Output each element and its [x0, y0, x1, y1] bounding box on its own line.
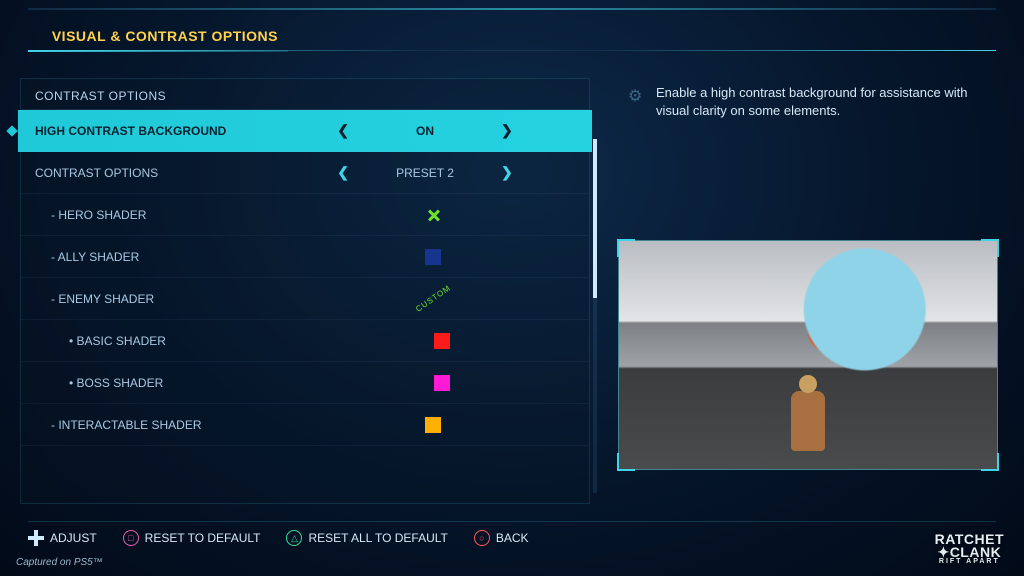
square-button-icon: □ [123, 530, 139, 546]
section-header: CONTRAST OPTIONS [21, 79, 589, 110]
chevron-left-icon[interactable]: ❮ [337, 122, 349, 139]
frame-corner-icon [981, 453, 999, 471]
color-swatch [425, 417, 441, 433]
dpad-icon [28, 530, 44, 546]
circle-button-icon: ○ [474, 530, 490, 546]
hint-reset-all: △ RESET ALL TO DEFAULT [286, 530, 447, 546]
option-value: ON [385, 124, 465, 138]
description-text: Enable a high contrast background for as… [656, 84, 996, 120]
page-title-bar: VISUAL & CONTRAST OPTIONS [28, 24, 288, 52]
hint-label: ADJUST [50, 531, 97, 545]
option-high-contrast-background[interactable]: HIGH CONTRAST BACKGROUND ❮ ON ❯ [18, 110, 592, 152]
option-interactable-shader[interactable]: INTERACTABLE SHADER [21, 404, 589, 446]
chevron-right-icon[interactable]: ❯ [501, 164, 513, 181]
scrollbar-thumb[interactable] [593, 139, 597, 298]
option-label: HIGH CONTRAST BACKGROUND [35, 124, 275, 138]
hint-label: BACK [496, 531, 529, 545]
option-label: ENEMY SHADER [51, 292, 291, 306]
option-label: BOSS SHADER [69, 376, 309, 390]
color-swatch [434, 333, 450, 349]
header-accent-line [28, 8, 996, 10]
chevron-right-icon[interactable]: ❯ [501, 122, 513, 139]
frame-corner-icon [617, 239, 635, 257]
hint-adjust: ADJUST [28, 530, 97, 546]
option-contrast-options[interactable]: CONTRAST OPTIONS ❮ PRESET 2 ❯ [21, 152, 589, 194]
frame-corner-icon [617, 453, 635, 471]
hint-reset: □ RESET TO DEFAULT [123, 530, 261, 546]
color-swatch [434, 375, 450, 391]
gear-icon [628, 86, 646, 104]
page-title: VISUAL & CONTRAST OPTIONS [48, 24, 288, 50]
captured-caption: Captured on PS5™ [16, 557, 103, 568]
options-list-panel: CONTRAST OPTIONS HIGH CONTRAST BACKGROUN… [20, 78, 590, 504]
game-logo: RATCHET ✦CLANK RIFT APART [935, 533, 1004, 566]
triangle-button-icon: △ [286, 530, 302, 546]
option-label: INTERACTABLE SHADER [51, 418, 291, 432]
scrollbar[interactable] [593, 139, 597, 493]
selection-marker-icon [6, 125, 17, 136]
hint-back: ○ BACK [474, 530, 529, 546]
option-label: ALLY SHADER [51, 250, 291, 264]
chevron-left-icon[interactable]: ❮ [337, 164, 349, 181]
disabled-x-icon [425, 207, 441, 223]
option-label: CONTRAST OPTIONS [35, 166, 275, 180]
option-label: BASIC SHADER [69, 334, 309, 348]
header-divider [28, 50, 996, 51]
logo-subtitle: RIFT APART [935, 559, 1004, 566]
hint-label: RESET ALL TO DEFAULT [308, 531, 447, 545]
option-label: HERO SHADER [51, 208, 291, 222]
preview-image [618, 240, 998, 470]
option-basic-shader[interactable]: BASIC SHADER [21, 320, 589, 362]
hint-label: RESET TO DEFAULT [145, 531, 261, 545]
option-enemy-shader[interactable]: ENEMY SHADER CUSTOM [21, 278, 589, 320]
option-description: Enable a high contrast background for as… [628, 84, 996, 120]
preview-character [791, 391, 825, 451]
option-hero-shader[interactable]: HERO SHADER [21, 194, 589, 236]
color-swatch [425, 249, 441, 265]
option-ally-shader[interactable]: ALLY SHADER [21, 236, 589, 278]
option-value: PRESET 2 [385, 166, 465, 180]
frame-corner-icon [981, 239, 999, 257]
footer-hints: ADJUST □ RESET TO DEFAULT △ RESET ALL TO… [28, 521, 996, 546]
custom-tag: CUSTOM [414, 283, 452, 314]
option-boss-shader[interactable]: BOSS SHADER [21, 362, 589, 404]
